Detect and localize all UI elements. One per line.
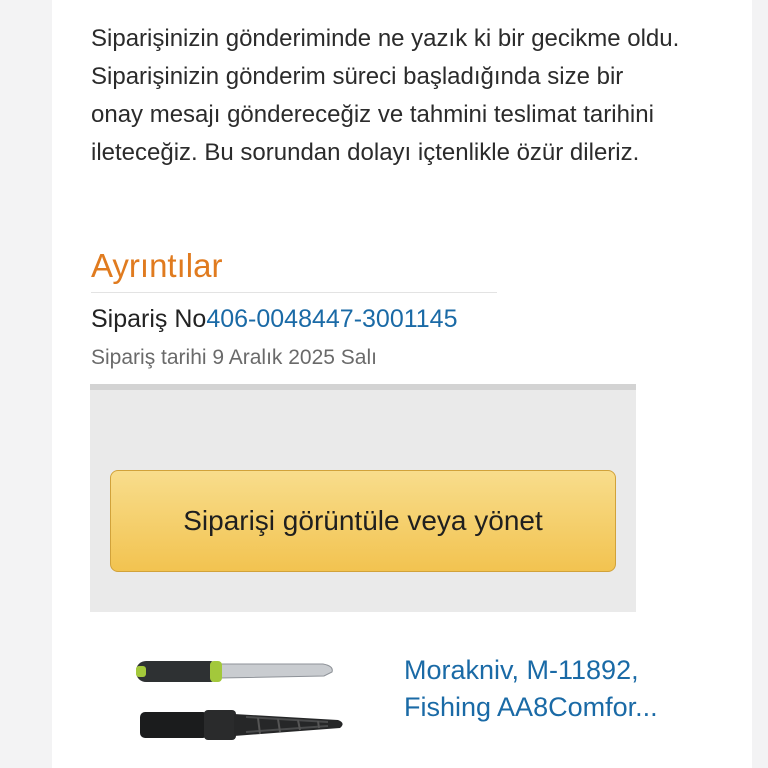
product-title-link[interactable]: Morakniv, M-11892, Fishing AA8Comfor...	[404, 652, 704, 726]
details-heading: Ayrıntılar	[91, 247, 223, 284]
view-manage-order-button[interactable]: Siparişi görüntüle veya yönet	[110, 470, 616, 572]
order-number-link[interactable]: 406-0048447-3001145	[206, 305, 457, 333]
delay-message: Siparişinizin gönderiminde ne yazık ki b…	[91, 25, 680, 166]
order-number-label: Sipariş No	[91, 305, 207, 333]
order-date: Sipariş tarihi 9 Aralık 2025 Salı	[91, 346, 377, 369]
fishing-knife-image[interactable]	[128, 652, 348, 752]
order-number-row: Sipariş No406-0048447-3001145	[91, 305, 458, 334]
divider	[91, 292, 497, 293]
